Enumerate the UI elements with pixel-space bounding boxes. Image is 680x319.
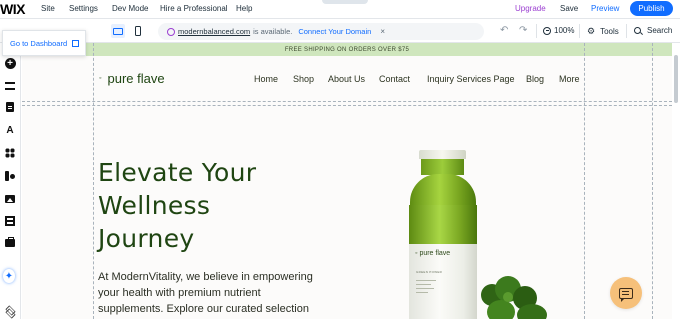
toolbar-divider xyxy=(579,24,580,38)
close-icon[interactable]: × xyxy=(380,27,385,36)
bottle-cap xyxy=(419,150,466,159)
hero-text-line: supplements. Explore our curated selecti… xyxy=(98,303,309,315)
grid-guide xyxy=(584,43,585,319)
media-icon[interactable] xyxy=(4,193,16,205)
dashboard-label: Go to Dashboard xyxy=(10,38,68,48)
hero-text-line: your health with premium nutrient xyxy=(98,287,261,299)
domain-bar: modernbalanced.com is available. Connect… xyxy=(158,23,484,40)
search-icon xyxy=(634,27,641,34)
nav-inquiry-services[interactable]: Inquiry Services Page xyxy=(427,74,515,84)
label-line xyxy=(416,280,436,281)
preview-button[interactable]: Preview xyxy=(591,4,619,13)
add-section-icon[interactable] xyxy=(4,80,16,92)
bottle-label: ◦ pure flave GREEN POWER xyxy=(409,244,477,319)
header-divider xyxy=(22,101,672,102)
kale-leaves-image xyxy=(477,274,552,319)
add-elements-icon[interactable]: + xyxy=(4,57,16,69)
nav-more[interactable]: More xyxy=(559,74,580,84)
chat-icon xyxy=(619,287,633,302)
tools-button[interactable]: ⚙ Tools xyxy=(587,26,619,37)
toolbar-divider xyxy=(536,24,537,38)
bottle-shoulder xyxy=(410,174,476,209)
scrollbar-thumb[interactable] xyxy=(674,55,678,103)
layers-icon[interactable] xyxy=(4,305,16,317)
nav-about-us[interactable]: About Us xyxy=(328,74,365,84)
pages-icon[interactable] xyxy=(4,101,16,113)
site-logo-text: pure flave xyxy=(107,71,165,86)
left-sidebar: + A ✦ xyxy=(0,43,21,319)
section-guide xyxy=(22,105,672,106)
zoom-out-icon xyxy=(543,26,551,35)
menu-site[interactable]: Site xyxy=(41,4,55,13)
ai-assistant-icon[interactable]: ✦ xyxy=(3,269,15,283)
domain-status: is available. xyxy=(253,27,293,36)
chat-button[interactable] xyxy=(610,277,642,309)
search-button[interactable]: Search xyxy=(634,26,672,35)
toolbar-divider xyxy=(626,24,627,38)
promo-banner: FREE SHIPPING ON ORDERS OVER $75 xyxy=(22,43,672,56)
add-apps-icon[interactable] xyxy=(4,147,16,159)
logo-mark-icon: ◦ xyxy=(99,75,102,82)
bottle-body xyxy=(409,205,477,245)
upgrade-link[interactable]: Upgrade xyxy=(515,4,546,13)
nav-home[interactable]: Home xyxy=(254,74,278,84)
mobile-view-button[interactable] xyxy=(131,24,145,38)
grid-guide xyxy=(93,43,94,319)
tools-label: Tools xyxy=(600,27,619,36)
nav-blog[interactable]: Blog xyxy=(526,74,544,84)
nav-contact[interactable]: Contact xyxy=(379,74,410,84)
search-label: Search xyxy=(647,26,673,35)
grid-guide xyxy=(652,43,653,319)
zoom-level: 100% xyxy=(554,26,575,35)
editor-top-bar: WIX Site Settings Dev Mode Hire a Profes… xyxy=(0,0,680,19)
hero-text-line: At ModernVitality, we believe in empower… xyxy=(98,271,313,283)
editor-canvas[interactable]: FREE SHIPPING ON ORDERS OVER $75 ◦ pure … xyxy=(22,43,672,319)
juice-bottle-image[interactable]: ◦ pure flave GREEN POWER xyxy=(409,150,477,319)
hero-paragraph[interactable]: At ModernVitality, we believe in empower… xyxy=(98,269,343,317)
wix-logo[interactable]: WIX xyxy=(0,1,25,17)
portfolio-icon[interactable] xyxy=(4,237,16,249)
domain-name[interactable]: modernbalanced.com xyxy=(178,27,250,36)
menu-settings[interactable]: Settings xyxy=(69,4,98,13)
tools-icon: ⚙ xyxy=(587,26,596,36)
bottle-brand: ◦ pure flave xyxy=(415,250,451,257)
site-logo[interactable]: ◦ pure flave xyxy=(99,71,165,86)
menu-hire-professional[interactable]: Hire a Professional xyxy=(160,4,228,13)
desktop-view-button[interactable] xyxy=(111,24,125,38)
redo-icon[interactable]: ↷ xyxy=(519,25,527,36)
business-icon[interactable] xyxy=(4,170,16,182)
publish-button[interactable]: Publish xyxy=(630,1,673,16)
label-line xyxy=(416,288,434,289)
label-line xyxy=(416,292,428,293)
connect-domain-link[interactable]: Connect Your Domain xyxy=(298,27,371,36)
go-to-dashboard-link[interactable]: Go to Dashboard xyxy=(2,30,86,56)
hero-title[interactable]: Elevate Your Wellness Journey xyxy=(98,156,348,255)
nav-shop[interactable]: Shop xyxy=(293,74,314,84)
mobile-icon xyxy=(135,26,141,36)
hero-title-line: Elevate Your xyxy=(98,158,257,187)
desktop-icon xyxy=(113,27,123,35)
hero-title-line: Journey xyxy=(98,224,195,253)
undo-icon[interactable]: ↶ xyxy=(500,25,508,36)
external-link-icon xyxy=(72,39,80,47)
bottle-sub-label: GREEN POWER xyxy=(416,270,443,274)
bottle-neck xyxy=(421,159,464,175)
globe-icon xyxy=(167,27,175,36)
top-notch-handle[interactable] xyxy=(322,0,368,4)
menu-help[interactable]: Help xyxy=(236,4,252,13)
cms-icon[interactable] xyxy=(4,215,16,227)
zoom-control[interactable]: 100% xyxy=(543,26,574,35)
label-line xyxy=(416,284,431,285)
menu-dev-mode[interactable]: Dev Mode xyxy=(112,4,148,13)
site-design-icon[interactable]: A xyxy=(4,124,16,136)
hero-title-line: Wellness xyxy=(98,191,211,220)
save-button[interactable]: Save xyxy=(560,4,578,13)
